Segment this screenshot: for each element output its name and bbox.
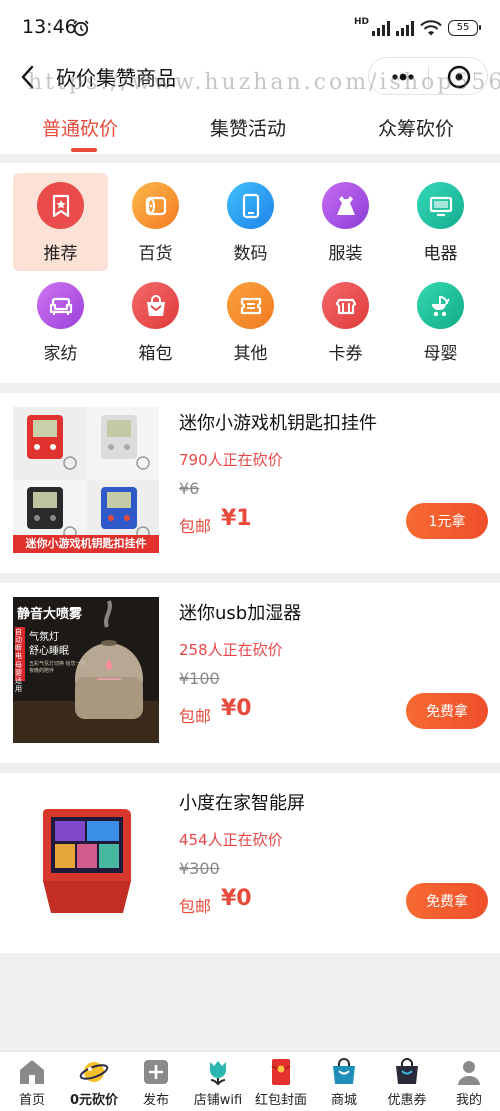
tissue-roll-icon: [132, 182, 179, 229]
bottom-tab-bar: 首页 0元砍价 发布 店铺wifi 红包封面 商城 优惠券 我的: [0, 1051, 500, 1111]
thumbnail-line2: 舒心睡眠: [29, 646, 69, 657]
category-general[interactable]: 百货: [108, 173, 203, 271]
tabbar-item-zero-bargain[interactable]: 0元砍价: [63, 1052, 125, 1111]
get-for-free-button[interactable]: 免费拿: [406, 693, 488, 729]
tabbar-item-mall[interactable]: 商城: [313, 1052, 375, 1111]
category-label: 服装: [328, 244, 363, 264]
planet-icon: [79, 1062, 109, 1082]
category-label: 箱包: [138, 344, 173, 364]
store-bag-icon: [333, 1058, 355, 1084]
tabbar-item-home[interactable]: 首页: [1, 1052, 63, 1111]
card-voucher-icon: [322, 282, 369, 329]
tabbar-item-shop-wifi[interactable]: 店铺wifi: [187, 1052, 249, 1111]
product-name[interactable]: 迷你小游戏机钥匙扣挂件: [179, 409, 377, 435]
tab-normal-bargain[interactable]: 普通砍价: [42, 114, 118, 141]
category-label: 推荐: [43, 244, 78, 264]
ticket-icon: [227, 282, 274, 329]
product-card[interactable]: 静音大喷雾 气氛灯 舒心睡眠 自动断电 母婴适用 五彩气氛灯切换 给您一份夜晚的…: [0, 583, 500, 763]
nav-bar: 砍价集赞商品 https://www.huzhan.com/ishop5564: [0, 54, 500, 102]
category-recommend[interactable]: 推荐: [13, 173, 108, 271]
thumbnail-badge2: 母婴适用: [15, 661, 22, 693]
get-for-free-button[interactable]: 免费拿: [406, 883, 488, 919]
product-name[interactable]: 迷你usb加湿器: [179, 599, 301, 625]
free-shipping-label: 包邮: [179, 517, 212, 536]
monitor-icon: [417, 182, 464, 229]
tabbar-item-publish[interactable]: 发布: [125, 1052, 187, 1111]
category-label: 其他: [233, 344, 268, 364]
category-other[interactable]: 其他: [203, 273, 298, 371]
product-card[interactable]: 迷你小游戏机钥匙扣挂件 迷你小游戏机钥匙扣挂件 790人正在砍价 ¥6 包邮 ¥…: [0, 393, 500, 573]
category-grid: 推荐 百货 数码 服装 电器 家纺 箱包 其他 卡券 母婴: [0, 163, 500, 383]
tulip-icon: [210, 1061, 226, 1086]
stroller-icon: [417, 282, 464, 329]
plus-square-icon: [144, 1060, 168, 1084]
bargain-price: ¥0: [221, 886, 252, 911]
category-mother-baby[interactable]: 母婴: [393, 273, 488, 371]
thumbnail-caption: 迷你小游戏机钥匙扣挂件: [25, 537, 147, 550]
tabbar-item-red-envelope-cover[interactable]: 红包封面: [250, 1052, 312, 1111]
bargain-count: 258人正在砍价: [179, 641, 283, 659]
free-shipping-label: 包邮: [179, 897, 212, 916]
category-label: 百货: [138, 244, 173, 264]
original-price: ¥300: [179, 859, 220, 878]
product-name[interactable]: 小度在家智能屏: [179, 789, 305, 815]
smart-screen-image: [13, 787, 159, 933]
category-label: 卡券: [328, 344, 363, 364]
home-icon: [20, 1060, 44, 1084]
thumbnail-badge1: 自动断电: [15, 628, 22, 660]
signal-icon: [372, 20, 390, 36]
user-icon: [458, 1061, 480, 1085]
bargain-price: ¥1: [221, 506, 252, 531]
tabbar-item-mine[interactable]: 我的: [438, 1052, 500, 1111]
product-thumbnail[interactable]: 迷你小游戏机钥匙扣挂件: [13, 407, 159, 553]
tab-active-indicator: [71, 148, 97, 152]
watermark-text: https://www.huzhan.com/ishop5564: [28, 70, 500, 95]
bargain-count: 790人正在砍价: [179, 451, 283, 469]
product-thumbnail[interactable]: 静音大喷雾 气氛灯 舒心睡眠 自动断电 母婴适用 五彩气氛灯切换 给您一份夜晚的…: [13, 597, 159, 743]
category-bags[interactable]: 箱包: [108, 273, 203, 371]
category-label: 数码: [233, 244, 268, 264]
dress-icon: [322, 182, 369, 229]
category-label: 电器: [423, 244, 458, 264]
thumbnail-fine-print: 五彩气氛灯切换 给您一份夜晚的陪伴: [29, 661, 86, 674]
free-shipping-label: 包邮: [179, 707, 212, 726]
thumbnail-headline: 静音大喷雾: [17, 607, 83, 622]
tab-crowdfund-bargain[interactable]: 众筹砍价: [378, 114, 454, 141]
game-keychain-image: [13, 407, 159, 553]
original-price: ¥100: [179, 669, 220, 688]
signal-icon-2: [396, 20, 414, 36]
bargain-count: 454人正在砍价: [179, 831, 283, 849]
category-label: 家纺: [43, 344, 78, 364]
handbag-icon: [132, 282, 179, 329]
tab-collect-likes[interactable]: 集赞活动: [210, 114, 286, 141]
thumbnail-line1: 气氛灯: [29, 632, 59, 643]
red-envelope-icon: [271, 1059, 291, 1085]
category-vouchers[interactable]: 卡券: [298, 273, 393, 371]
bargain-price: ¥0: [221, 696, 252, 721]
category-digital[interactable]: 数码: [203, 173, 298, 271]
product-thumbnail[interactable]: [13, 787, 159, 933]
network-type-label: HD: [353, 17, 369, 27]
tabbar-item-coupons[interactable]: 优惠券: [376, 1052, 438, 1111]
bookmark-star-icon: [37, 182, 84, 229]
battery-icon: 55: [448, 20, 481, 36]
status-bar: 13:46 HD 55: [0, 0, 500, 54]
category-label: 母婴: [423, 344, 458, 364]
tablet-icon: [227, 182, 274, 229]
product-card[interactable]: 小度在家智能屏 454人正在砍价 ¥300 包邮 ¥0 免费拿: [0, 773, 500, 953]
category-home-textile[interactable]: 家纺: [13, 273, 108, 371]
get-for-one-yuan-button[interactable]: 1元拿: [406, 503, 488, 539]
category-appliance[interactable]: 电器: [393, 173, 488, 271]
wifi-icon: [420, 20, 442, 36]
status-time: 13:46: [22, 16, 77, 38]
coupon-bag-icon: [396, 1058, 418, 1084]
sofa-icon: [37, 282, 84, 329]
tab-bar: 普通砍价 集赞活动 众筹砍价: [0, 102, 500, 154]
original-price: ¥6: [179, 479, 200, 498]
alarm-icon: [73, 20, 89, 37]
category-clothing[interactable]: 服装: [298, 173, 393, 271]
tabbar-label: 我的: [455, 1093, 482, 1108]
